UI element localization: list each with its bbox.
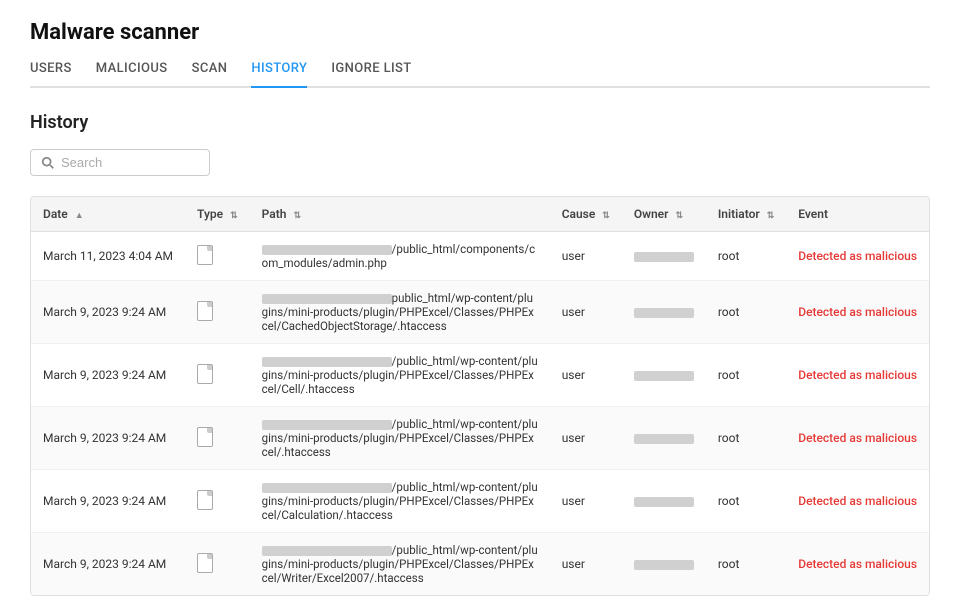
col-type[interactable]: Type ⇅ (185, 197, 250, 232)
cell-initiator: root (706, 281, 786, 344)
table-header-row: Date ▲ Type ⇅ Path ⇅ Cause ⇅ Owner ⇅ Ini… (31, 197, 929, 232)
owner-blur (634, 252, 694, 262)
cell-cause: user (550, 344, 622, 407)
cell-cause: user (550, 470, 622, 533)
path-blur (262, 294, 392, 304)
cell-path: /public_html/wp-content/plugins/mini-pro… (250, 470, 550, 533)
owner-blur (634, 434, 694, 444)
tab-scan[interactable]: SCAN (192, 61, 228, 88)
file-icon (197, 553, 213, 573)
cell-event: Detected as malicious (786, 344, 929, 407)
col-date[interactable]: Date ▲ (31, 197, 185, 232)
cell-owner (622, 344, 706, 407)
cell-type (185, 533, 250, 596)
table-row: March 9, 2023 9:24 AM/public_html/wp-con… (31, 344, 929, 407)
owner-blur (634, 560, 694, 570)
history-table-wrapper: Date ▲ Type ⇅ Path ⇅ Cause ⇅ Owner ⇅ Ini… (30, 196, 930, 596)
cell-date: March 11, 2023 4:04 AM (31, 232, 185, 281)
cell-event: Detected as malicious (786, 470, 929, 533)
cell-cause: user (550, 407, 622, 470)
cell-cause: user (550, 533, 622, 596)
search-icon (41, 156, 55, 170)
history-table: Date ▲ Type ⇅ Path ⇅ Cause ⇅ Owner ⇅ Ini… (31, 197, 929, 595)
path-blur (262, 546, 392, 556)
cell-owner (622, 281, 706, 344)
tab-malicious[interactable]: MALICIOUS (96, 61, 168, 88)
sort-icon-cause: ⇅ (602, 211, 610, 221)
cell-type (185, 407, 250, 470)
cell-initiator: root (706, 470, 786, 533)
cell-cause: user (550, 232, 622, 281)
tab-ignore-list[interactable]: IGNORE LIST (331, 61, 411, 88)
cell-initiator: root (706, 407, 786, 470)
cell-path: /public_html/wp-content/plugins/mini-pro… (250, 533, 550, 596)
cell-owner (622, 470, 706, 533)
col-cause[interactable]: Cause ⇅ (550, 197, 622, 232)
owner-blur (634, 497, 694, 507)
cell-initiator: root (706, 344, 786, 407)
col-owner[interactable]: Owner ⇅ (622, 197, 706, 232)
search-box (30, 149, 210, 176)
cell-date: March 9, 2023 9:24 AM (31, 470, 185, 533)
cell-path: /public_html/wp-content/plugins/mini-pro… (250, 407, 550, 470)
file-icon (197, 301, 213, 321)
table-row: March 11, 2023 4:04 AM/public_html/compo… (31, 232, 929, 281)
sort-icon-type: ⇅ (230, 211, 238, 221)
col-path[interactable]: Path ⇅ (250, 197, 550, 232)
cell-type (185, 344, 250, 407)
owner-blur (634, 371, 694, 381)
cell-date: March 9, 2023 9:24 AM (31, 533, 185, 596)
cell-type (185, 281, 250, 344)
tab-history[interactable]: HISTORY (251, 61, 307, 88)
cell-path: public_html/wp-content/plugins/mini-prod… (250, 281, 550, 344)
owner-blur (634, 308, 694, 318)
cell-initiator: root (706, 232, 786, 281)
sort-icon-path: ⇅ (293, 211, 301, 221)
table-row: March 9, 2023 9:24 AM/public_html/wp-con… (31, 407, 929, 470)
cell-event: Detected as malicious (786, 232, 929, 281)
tabs-nav: USERS MALICIOUS SCAN HISTORY IGNORE LIST (30, 61, 930, 88)
path-blur (262, 420, 392, 430)
file-icon (197, 427, 213, 447)
cell-date: March 9, 2023 9:24 AM (31, 344, 185, 407)
tab-users[interactable]: USERS (30, 61, 72, 88)
cell-path: /public_html/wp-content/plugins/mini-pro… (250, 344, 550, 407)
cell-date: March 9, 2023 9:24 AM (31, 281, 185, 344)
cell-path: /public_html/components/com_modules/admi… (250, 232, 550, 281)
table-row: March 9, 2023 9:24 AM public_html/wp-cont… (31, 281, 929, 344)
col-initiator[interactable]: Initiator ⇅ (706, 197, 786, 232)
file-icon (197, 364, 213, 384)
col-event: Event (786, 197, 929, 232)
table-row: March 9, 2023 9:24 AM/public_html/wp-con… (31, 533, 929, 596)
search-input[interactable] (61, 155, 199, 170)
sort-icon-date: ▲ (75, 210, 84, 221)
section-title: History (30, 112, 930, 133)
cell-owner (622, 407, 706, 470)
cell-date: March 9, 2023 9:24 AM (31, 407, 185, 470)
path-blur (262, 483, 392, 493)
path-blur (262, 245, 392, 255)
cell-type (185, 470, 250, 533)
cell-owner (622, 232, 706, 281)
sort-icon-owner: ⇅ (675, 211, 683, 221)
file-icon (197, 490, 213, 510)
page-title: Malware scanner (30, 20, 930, 45)
cell-event: Detected as malicious (786, 533, 929, 596)
cell-type (185, 232, 250, 281)
sort-icon-initiator: ⇅ (767, 211, 775, 221)
cell-owner (622, 533, 706, 596)
cell-event: Detected as malicious (786, 407, 929, 470)
cell-initiator: root (706, 533, 786, 596)
cell-event: Detected as malicious (786, 281, 929, 344)
file-icon (197, 245, 213, 265)
table-row: March 9, 2023 9:24 AM/public_html/wp-con… (31, 470, 929, 533)
path-blur (262, 357, 392, 367)
cell-cause: user (550, 281, 622, 344)
